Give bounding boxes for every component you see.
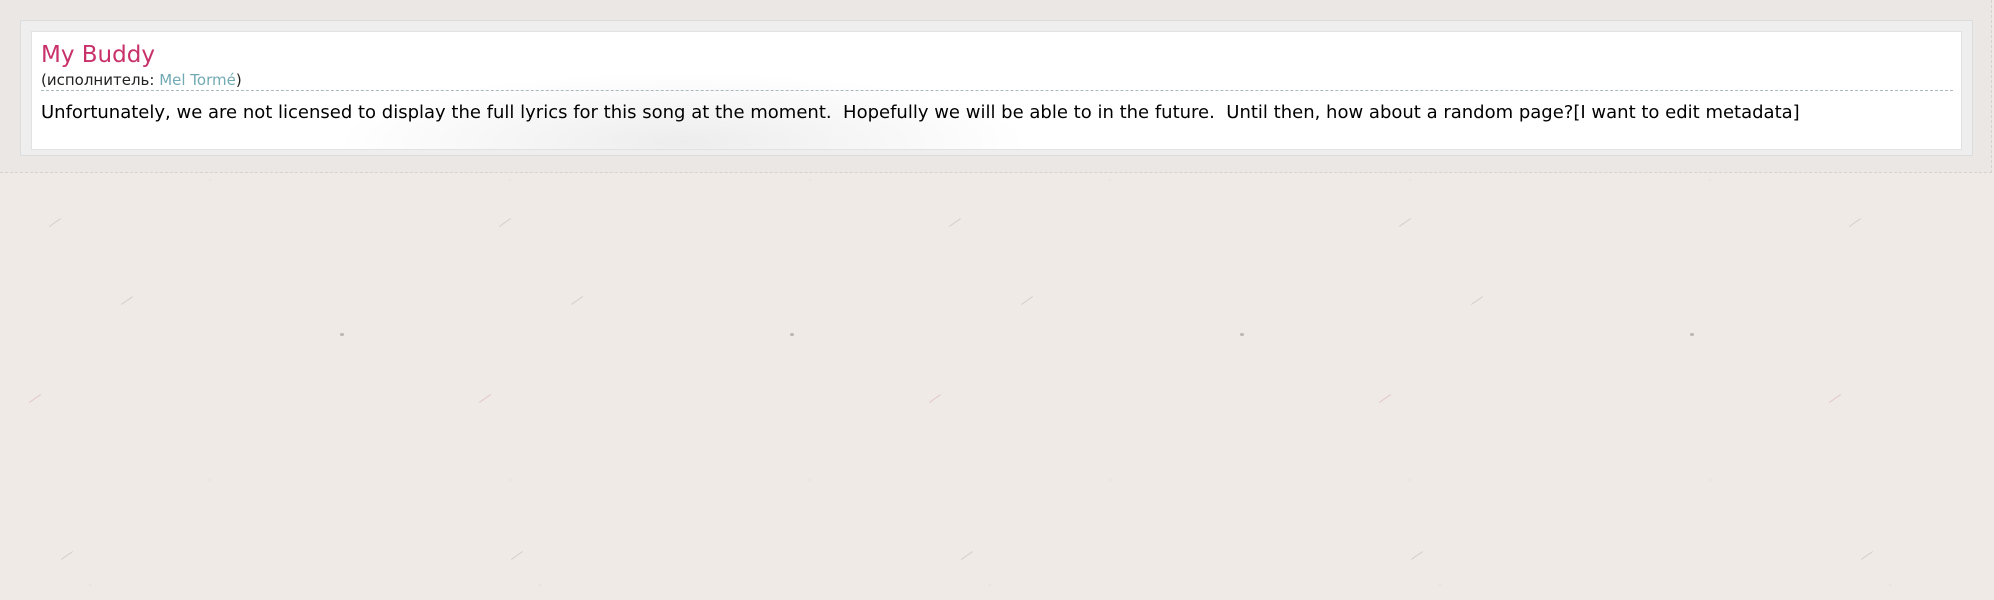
- paper-fleck: [790, 333, 794, 336]
- paper-fleck: [1860, 551, 1874, 560]
- lyrics-frame: My Buddy (исполнитель: Mel Tormé) Unfort…: [20, 20, 1973, 156]
- paper-fleck: [1410, 551, 1424, 560]
- paper-fleck: [1378, 394, 1392, 403]
- paper-fleck: [28, 394, 42, 403]
- paper-fleck: [570, 296, 584, 305]
- artist-prefix: (исполнитель:: [41, 71, 160, 89]
- license-notice: Unfortunately, we are not licensed to di…: [41, 101, 1800, 125]
- artist-line: (исполнитель: Mel Tormé): [41, 71, 242, 89]
- edit-metadata-link[interactable]: [I want to edit metadata]: [1573, 102, 1799, 123]
- artist-suffix: ): [235, 71, 242, 89]
- song-title: My Buddy: [41, 42, 155, 68]
- paper-fleck: [1470, 296, 1484, 305]
- title-divider: [41, 90, 1953, 91]
- paper-fleck: [960, 551, 974, 560]
- paper-fleck: [510, 551, 524, 560]
- lyrics-panel: My Buddy (исполнитель: Mel Tormé) Unfort…: [31, 31, 1962, 150]
- paper-fleck: [120, 296, 134, 305]
- artist-link[interactable]: Mel Tormé: [159, 71, 236, 89]
- paper-fleck: [928, 394, 942, 403]
- paper-fleck: [498, 218, 512, 227]
- paper-fleck: [478, 394, 492, 403]
- paper-fleck: [1848, 218, 1862, 227]
- paper-fleck: [1020, 296, 1034, 305]
- paper-fleck: [1240, 333, 1244, 336]
- header-band: My Buddy (исполнитель: Mel Tormé) Unfort…: [0, 0, 1992, 173]
- paper-fleck: [48, 218, 62, 227]
- paper-fleck: [1398, 218, 1412, 227]
- paper-fleck: [948, 218, 962, 227]
- paper-fleck: [340, 333, 344, 336]
- paper-fleck: [60, 551, 74, 560]
- paper-fleck: [1828, 394, 1842, 403]
- license-notice-text: Unfortunately, we are not licensed to di…: [41, 102, 1574, 123]
- paper-fleck: [1690, 333, 1694, 336]
